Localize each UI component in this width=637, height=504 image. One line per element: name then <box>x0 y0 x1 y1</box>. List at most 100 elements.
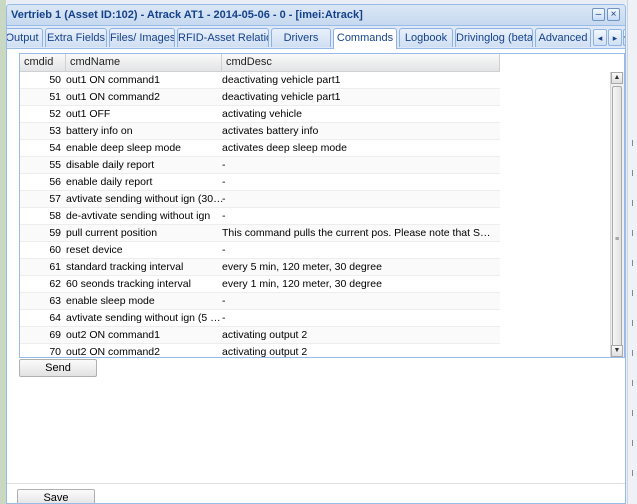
cell-cmddesc: deactivating vehicle part1 <box>222 74 341 86</box>
header-cmdid[interactable]: cmdid <box>20 54 66 71</box>
cell-cmdid: 70 <box>49 346 61 358</box>
grid-scrollbar[interactable]: ▲ ≡ ▼ <box>610 72 624 357</box>
background-tick <box>632 440 637 446</box>
scroll-up-icon[interactable]: ▲ <box>611 72 623 84</box>
scroll-thumb[interactable]: ≡ <box>612 86 622 355</box>
cell-cmdname: de-avtivate sending without ign <box>66 210 211 222</box>
table-row[interactable]: 54 enable deep sleep mode activates deep s… <box>20 140 500 157</box>
cell-cmdname: standard tracking interval <box>66 261 184 273</box>
cell-cmdid: 59 <box>49 227 61 239</box>
header-cmddesc[interactable]: cmdDesc <box>222 54 500 71</box>
cell-cmdname: battery info on <box>66 125 133 137</box>
commands-grid: cmdid cmdName cmdDesc 50 out1 ON command1… <box>19 53 625 358</box>
tab-files-images[interactable]: Files/ Images <box>109 28 175 47</box>
grid-header: cmdid cmdName cmdDesc <box>20 54 500 72</box>
commands-panel: cmdid cmdName cmdDesc 50 out1 ON command1… <box>7 49 625 503</box>
table-row[interactable]: 58 de-avtivate sending without ign - <box>20 208 500 225</box>
send-button[interactable]: Send <box>19 359 97 377</box>
cell-cmddesc: - <box>222 193 226 205</box>
table-row[interactable]: 62 60 seonds tracking interval every 1 min… <box>20 276 500 293</box>
cell-cmddesc: every 1 min, 120 meter, 30 degree <box>222 278 382 290</box>
header-cmdname[interactable]: cmdName <box>66 54 222 71</box>
scroll-down-icon[interactable]: ▼ <box>611 345 623 357</box>
cell-cmddesc: every 5 min, 120 meter, 30 degree <box>222 261 382 273</box>
cell-cmdid: 56 <box>49 176 61 188</box>
table-row[interactable]: 63 enable sleep mode - <box>20 293 500 310</box>
table-row[interactable]: 55 disable daily report - <box>20 157 500 174</box>
cell-cmdname: enable sleep mode <box>66 295 155 307</box>
table-row[interactable]: 52 out1 OFF activating vehicle <box>20 106 500 123</box>
background-tick <box>632 350 637 356</box>
background-tick <box>632 320 637 326</box>
cell-cmdname: pull current position <box>66 227 158 239</box>
cell-cmddesc: This command pulls the current pos. Plea… <box>222 227 498 239</box>
tab-strip: Output Extra Fields Files/ Images RFID-A… <box>7 26 625 49</box>
cell-cmdname: avtivate sending without ign (5 min) <box>66 312 224 324</box>
tab-scroll-right-icon[interactable]: ▸ <box>608 29 622 46</box>
table-row[interactable]: 53 battery info on activates battery info <box>20 123 500 140</box>
save-button[interactable]: Save <box>17 489 95 503</box>
tab-drivers[interactable]: Drivers <box>271 28 331 47</box>
grid-body: 50 out1 ON command1 deactivating vehicle p… <box>20 72 612 358</box>
background-strip-right <box>627 0 637 504</box>
background-tick <box>632 470 637 476</box>
cell-cmddesc: activates deep sleep mode <box>222 142 347 154</box>
background-tick <box>632 380 637 386</box>
close-icon[interactable]: × <box>607 8 620 21</box>
cell-cmdid: 69 <box>49 329 61 341</box>
cell-cmdid: 50 <box>49 74 61 86</box>
cell-cmdid: 63 <box>49 295 61 307</box>
cell-cmddesc: - <box>222 159 226 171</box>
cell-cmddesc: activating output 2 <box>222 329 308 341</box>
table-row[interactable]: 70 out2 ON command2 activating output 2 <box>20 344 500 358</box>
table-row[interactable]: 51 out1 ON command2 deactivating vehicle p… <box>20 89 500 106</box>
cell-cmdid: 51 <box>49 91 61 103</box>
cell-cmdid: 52 <box>49 108 61 120</box>
cell-cmdname: out2 ON command2 <box>66 346 160 358</box>
background-tick <box>632 290 637 296</box>
window-title: Vertrieb 1 (Asset ID:102) - Atrack AT1 -… <box>11 9 363 21</box>
asset-window: Vertrieb 1 (Asset ID:102) - Atrack AT1 -… <box>6 4 626 504</box>
tab-drivinglog-beta[interactable]: Drivinglog (beta) <box>455 28 533 47</box>
tab-output[interactable]: Output <box>7 28 43 47</box>
table-row[interactable]: 60 reset device - <box>20 242 500 259</box>
background-tick <box>632 230 637 236</box>
tab-extra-fields[interactable]: Extra Fields <box>45 28 107 47</box>
cell-cmddesc: activates battery info <box>222 125 319 137</box>
cell-cmdname: disable daily report <box>66 159 155 171</box>
table-row[interactable]: 56 enable daily report - <box>20 174 500 191</box>
tab-commands[interactable]: Commands <box>333 28 397 49</box>
cell-cmdname: reset device <box>66 244 123 256</box>
window-titlebar[interactable]: Vertrieb 1 (Asset ID:102) - Atrack AT1 -… <box>7 5 625 26</box>
cell-cmdid: 54 <box>49 142 61 154</box>
cell-cmdname: out2 ON command1 <box>66 329 160 341</box>
cell-cmddesc: activating output 2 <box>222 346 308 358</box>
table-row[interactable]: 69 out2 ON command1 activating output 2 <box>20 327 500 344</box>
tab-rfid-asset-relation[interactable]: RFID-Asset Relation <box>177 28 269 47</box>
cell-cmdname: out1 ON command2 <box>66 91 160 103</box>
table-row[interactable]: 50 out1 ON command1 deactivating vehicle p… <box>20 72 500 89</box>
cell-cmddesc: - <box>222 244 226 256</box>
background-tick <box>632 200 637 206</box>
table-row[interactable]: 59 pull current position This command pull… <box>20 225 500 242</box>
scroll-grip-icon: ≡ <box>615 236 620 243</box>
cell-cmddesc: - <box>222 210 226 222</box>
table-row[interactable]: 61 standard tracking interval every 5 min,… <box>20 259 500 276</box>
tab-advanced[interactable]: Advanced <box>535 28 591 47</box>
tab-logbook[interactable]: Logbook <box>399 28 453 47</box>
table-row[interactable]: 64 avtivate sending without ign (5 min) - <box>20 310 500 327</box>
cell-cmdname: avtivate sending without ign (30 dec) <box>66 193 224 205</box>
cell-cmddesc: - <box>222 312 226 324</box>
tab-scroll-left-icon[interactable]: ◂ <box>593 29 607 46</box>
background-tick <box>632 410 637 416</box>
cell-cmdname: out1 OFF <box>66 108 111 120</box>
cell-cmdid: 55 <box>49 159 61 171</box>
cell-cmdid: 57 <box>49 193 61 205</box>
cell-cmdname: enable deep sleep mode <box>66 142 182 154</box>
minimize-icon[interactable]: – <box>592 8 605 21</box>
tab-menu-icon[interactable]: ▾ <box>623 29 625 46</box>
cell-cmdid: 58 <box>49 210 61 222</box>
table-row[interactable]: 57 avtivate sending without ign (30 dec) - <box>20 191 500 208</box>
cell-cmdname: 60 seonds tracking interval <box>66 278 191 290</box>
cell-cmdid: 60 <box>49 244 61 256</box>
